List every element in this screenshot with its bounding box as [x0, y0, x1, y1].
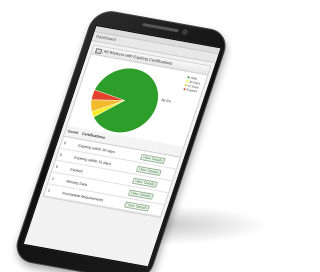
chart-panel: All Workers with Expiring Certifications…	[42, 44, 212, 219]
view-details-button[interactable]: View Details	[132, 177, 158, 188]
pie-data-label: 86.0%	[161, 98, 172, 104]
view-details-button[interactable]: View Details	[124, 200, 151, 212]
product-mockup: Dashboard All Workers with Expiring Cert…	[0, 0, 300, 272]
view-details-button[interactable]: View Details	[136, 165, 162, 176]
speaker-grille	[142, 22, 180, 33]
view-details-button[interactable]: View Details	[140, 153, 166, 164]
view-details-button[interactable]: View Details	[128, 189, 155, 200]
panel-icon	[94, 47, 103, 54]
front-camera	[181, 29, 189, 35]
